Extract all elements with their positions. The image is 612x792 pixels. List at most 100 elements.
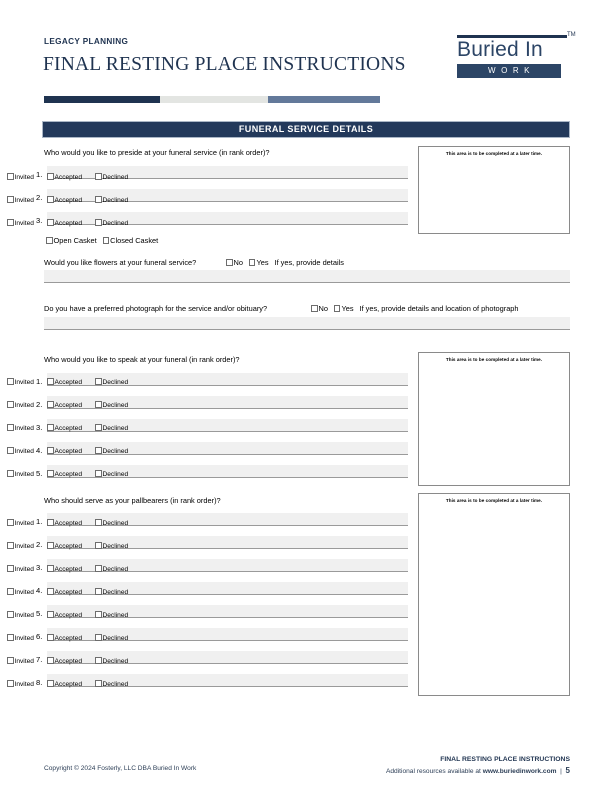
checkbox-icon[interactable] (47, 611, 54, 618)
checkbox-icon[interactable] (47, 565, 54, 572)
checkbox-icon[interactable] (47, 447, 54, 454)
checkbox-icon[interactable] (95, 611, 102, 618)
checkbox-option-declined[interactable]: Declined (95, 470, 128, 478)
checkbox-option-invited[interactable]: Invited (7, 401, 47, 409)
checkbox-icon[interactable] (47, 378, 54, 385)
checkbox-option-declined[interactable]: Declined (95, 634, 128, 642)
checkbox-option-invited[interactable]: Invited (7, 470, 47, 478)
checkbox-option-declined[interactable]: Declined (95, 424, 128, 432)
flowers-details-input[interactable] (44, 270, 570, 283)
checkbox-option-accepted[interactable]: Accepted (47, 470, 95, 478)
checkbox-option-accepted[interactable]: Accepted (47, 680, 95, 688)
checkbox-icon[interactable] (47, 634, 54, 641)
checkbox-option-declined[interactable]: Declined (95, 657, 128, 665)
casket-options[interactable]: Open Casket Closed Casket (46, 236, 164, 245)
checkbox-option-no[interactable]: No (311, 304, 328, 313)
status-row-pallbearer-6[interactable]: Invited Accepted Declined (7, 634, 128, 642)
status-row-pallbearer-3[interactable]: Invited Accepted Declined (7, 565, 128, 573)
status-row-preside-1[interactable]: Invited Accepted Declined (7, 173, 128, 181)
checkbox-icon[interactable] (7, 401, 14, 408)
checkbox-option-declined[interactable]: Declined (95, 519, 128, 527)
flowers-options[interactable]: No Yes If yes, provide details (226, 258, 344, 267)
checkbox-icon[interactable] (95, 401, 102, 408)
checkbox-icon[interactable] (47, 401, 54, 408)
checkbox-icon[interactable] (95, 173, 102, 180)
checkbox-option-accepted[interactable]: Accepted (47, 565, 95, 573)
photograph-details-input[interactable] (44, 317, 570, 330)
checkbox-option-declined[interactable]: Declined (95, 173, 128, 181)
checkbox-option-declined[interactable]: Declined (95, 588, 128, 596)
checkbox-icon[interactable] (7, 424, 14, 431)
checkbox-option-declined[interactable]: Declined (95, 611, 128, 619)
checkbox-icon[interactable] (95, 657, 102, 664)
checkbox-option-accepted[interactable]: Accepted (47, 378, 95, 386)
checkbox-icon[interactable] (46, 237, 53, 244)
checkbox-icon[interactable] (102, 237, 110, 244)
checkbox-option-closed-casket[interactable]: Closed Casket (102, 236, 158, 245)
status-row-speak-2[interactable]: Invited Accepted Declined (7, 401, 128, 409)
checkbox-option-invited[interactable]: Invited (7, 196, 47, 204)
checkbox-option-accepted[interactable]: Accepted (47, 219, 95, 227)
checkbox-option-invited[interactable]: Invited (7, 657, 47, 665)
checkbox-option-invited[interactable]: Invited (7, 519, 47, 527)
checkbox-option-declined[interactable]: Declined (95, 401, 128, 409)
checkbox-option-accepted[interactable]: Accepted (47, 634, 95, 642)
checkbox-option-accepted[interactable]: Accepted (47, 611, 95, 619)
checkbox-icon[interactable] (95, 196, 102, 203)
checkbox-option-yes[interactable]: Yes (333, 304, 354, 313)
status-row-pallbearer-1[interactable]: Invited Accepted Declined (7, 519, 128, 527)
checkbox-icon[interactable] (7, 447, 14, 454)
checkbox-option-accepted[interactable]: Accepted (47, 401, 95, 409)
checkbox-option-invited[interactable]: Invited (7, 173, 47, 181)
status-row-pallbearer-2[interactable]: Invited Accepted Declined (7, 542, 128, 550)
checkbox-icon[interactable] (7, 470, 14, 477)
checkbox-icon[interactable] (333, 305, 341, 312)
checkbox-option-accepted[interactable]: Accepted (47, 542, 95, 550)
checkbox-icon[interactable] (7, 634, 14, 641)
checkbox-option-invited[interactable]: Invited (7, 542, 47, 550)
footer-website[interactable]: www.buriedinwork.com (483, 768, 557, 775)
checkbox-icon[interactable] (7, 219, 14, 226)
checkbox-option-declined[interactable]: Declined (95, 447, 128, 455)
checkbox-option-invited[interactable]: Invited (7, 588, 47, 596)
checkbox-icon[interactable] (47, 542, 54, 549)
checkbox-option-declined[interactable]: Declined (95, 219, 128, 227)
status-row-preside-2[interactable]: Invited Accepted Declined (7, 196, 128, 204)
checkbox-option-invited[interactable]: Invited (7, 565, 47, 573)
status-row-pallbearer-5[interactable]: Invited Accepted Declined (7, 611, 128, 619)
checkbox-icon[interactable] (47, 219, 54, 226)
checkbox-icon[interactable] (47, 680, 54, 687)
checkbox-icon[interactable] (95, 634, 102, 641)
checkbox-icon[interactable] (7, 378, 14, 385)
checkbox-icon[interactable] (95, 542, 102, 549)
checkbox-icon[interactable] (95, 219, 102, 226)
checkbox-option-declined[interactable]: Declined (95, 542, 128, 550)
checkbox-icon[interactable] (7, 196, 14, 203)
checkbox-option-invited[interactable]: Invited (7, 447, 47, 455)
checkbox-option-declined[interactable]: Declined (95, 378, 128, 386)
checkbox-option-declined[interactable]: Declined (95, 196, 128, 204)
checkbox-option-accepted[interactable]: Accepted (47, 173, 95, 181)
checkbox-icon[interactable] (95, 588, 102, 595)
checkbox-option-accepted[interactable]: Accepted (47, 588, 95, 596)
checkbox-icon[interactable] (226, 259, 233, 266)
checkbox-icon[interactable] (95, 680, 102, 687)
checkbox-icon[interactable] (7, 588, 14, 595)
checkbox-option-no[interactable]: No (226, 258, 243, 267)
checkbox-icon[interactable] (7, 565, 14, 572)
checkbox-option-accepted[interactable]: Accepted (47, 519, 95, 527)
status-row-speak-5[interactable]: Invited Accepted Declined (7, 470, 128, 478)
photograph-options[interactable]: No Yes If yes, provide details and locatio… (311, 304, 519, 313)
checkbox-icon[interactable] (95, 447, 102, 454)
checkbox-option-declined[interactable]: Declined (95, 565, 128, 573)
checkbox-icon[interactable] (7, 173, 14, 180)
checkbox-icon[interactable] (7, 611, 14, 618)
checkbox-icon[interactable] (311, 305, 318, 312)
checkbox-option-invited[interactable]: Invited (7, 219, 47, 227)
status-row-speak-3[interactable]: Invited Accepted Declined (7, 424, 128, 432)
checkbox-option-yes[interactable]: Yes (248, 258, 269, 267)
checkbox-option-invited[interactable]: Invited (7, 611, 47, 619)
checkbox-icon[interactable] (47, 657, 54, 664)
checkbox-option-invited[interactable]: Invited (7, 424, 47, 432)
checkbox-icon[interactable] (95, 519, 102, 526)
